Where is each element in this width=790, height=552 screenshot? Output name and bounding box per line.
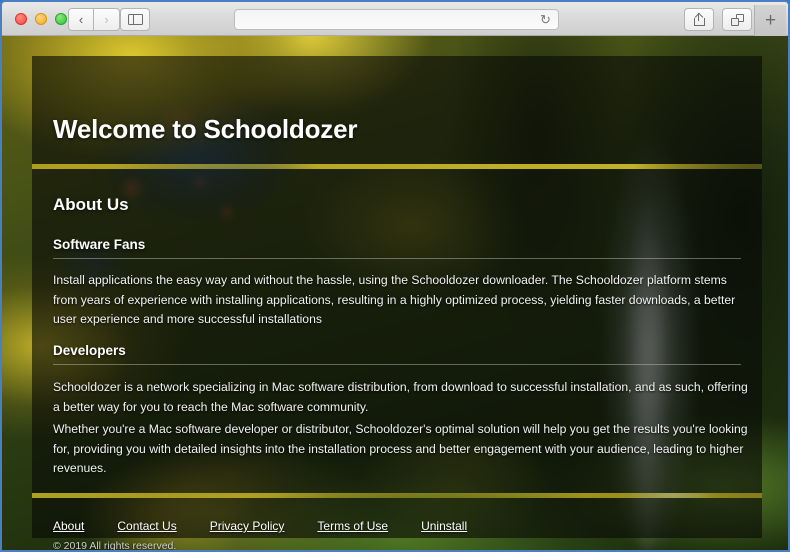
zoom-window-button[interactable]	[55, 13, 67, 25]
footer-link-contact-us[interactable]: Contact Us	[117, 519, 176, 533]
tabs-icon	[730, 13, 744, 26]
browser-window: ‹ › ↻ + Welcome to Schooldozer About Us …	[0, 0, 790, 552]
footer-link-terms-of-use[interactable]: Terms of Use	[317, 519, 388, 533]
address-input[interactable]	[243, 10, 532, 29]
forward-button[interactable]: ›	[94, 8, 120, 31]
footer-links: About Contact Us Privacy Policy Terms of…	[53, 519, 467, 533]
reload-icon[interactable]: ↻	[539, 13, 552, 26]
minimize-window-button[interactable]	[35, 13, 47, 25]
software-fans-paragraph: Install applications the easy way and wi…	[53, 273, 736, 326]
new-tab-button[interactable]: +	[754, 5, 786, 37]
browser-toolbar: ‹ › ↻ +	[2, 2, 788, 37]
chevron-left-icon: ‹	[78, 12, 84, 27]
address-bar[interactable]: ↻	[234, 9, 559, 30]
developers-paragraph-1: Schooldozer is a network specializing in…	[53, 380, 748, 414]
subsection-heading-software-fans: Software Fans	[53, 237, 146, 252]
close-window-button[interactable]	[15, 13, 27, 25]
copyright-text: © 2019 All rights reserved.	[53, 540, 177, 550]
footer-link-about[interactable]: About	[53, 519, 84, 533]
page-title: Welcome to Schooldozer	[53, 114, 358, 144]
toolbar-right-buttons	[684, 8, 752, 31]
back-button[interactable]: ‹	[68, 8, 94, 31]
footer-link-uninstall[interactable]: Uninstall	[421, 519, 467, 533]
section-heading-about-us: About Us	[53, 195, 129, 214]
footer-link-privacy-policy[interactable]: Privacy Policy	[210, 519, 285, 533]
page-viewport: Welcome to Schooldozer About Us Software…	[2, 36, 788, 550]
window-traffic-lights	[15, 13, 67, 25]
chevron-right-icon: ›	[104, 12, 109, 27]
developers-paragraph-2: Whether you're a Mac software developer …	[53, 422, 748, 475]
share-button[interactable]	[684, 8, 714, 31]
sidebar-toggle-button[interactable]	[120, 8, 150, 31]
subsection-heading-developers: Developers	[53, 343, 126, 358]
share-icon	[693, 12, 705, 26]
navigation-buttons: ‹ ›	[68, 8, 120, 31]
sidebar-icon	[127, 14, 143, 25]
software-fans-divider	[53, 258, 741, 259]
plus-icon: +	[764, 10, 777, 31]
tab-overview-button[interactable]	[722, 8, 752, 31]
developers-divider	[53, 364, 741, 365]
